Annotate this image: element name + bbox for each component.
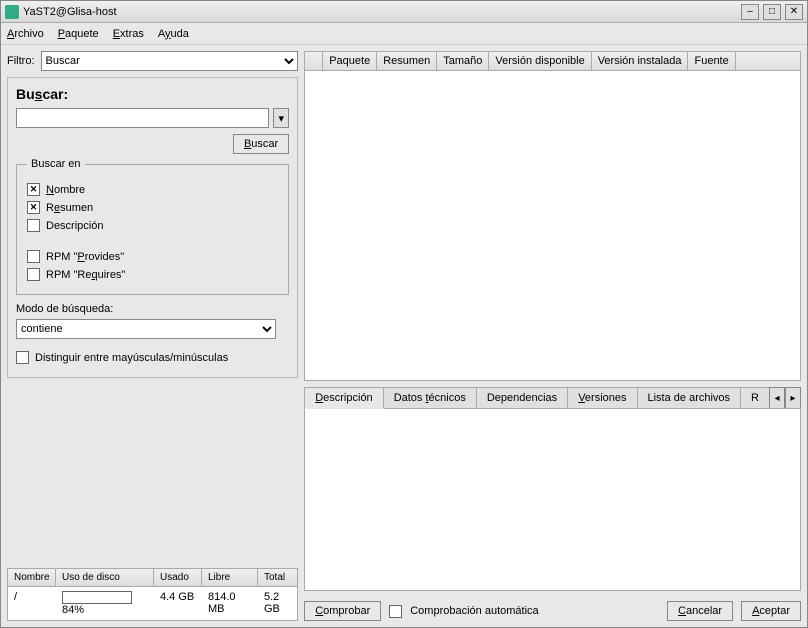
cb-requires-label: RPM "Requires" [46,269,125,281]
cb-requires[interactable] [27,268,40,281]
maximize-button[interactable]: □ [763,4,781,20]
mode-label: Modo de búsqueda: [16,303,289,315]
pkg-col-size[interactable]: Tamaño [437,52,489,70]
mode-select[interactable]: contiene [16,319,276,339]
tab-versions[interactable]: Versiones [567,387,637,409]
tab-scroll-left[interactable]: ◂ [769,387,785,409]
tab-r[interactable]: R [740,387,770,409]
cb-case-sensitive[interactable] [16,351,29,364]
search-in-group: Buscar en Nombre Resumen Descripción RPM… [16,158,289,295]
tab-files[interactable]: Lista de archivos [637,387,742,409]
titlebar: YaST2@Glisa-host – □ ✕ [1,1,807,23]
disk-usage: 84% [56,589,154,618]
detail-panel: Descripción Datos técnicos Dependencias … [304,387,801,591]
minimize-button[interactable]: – [741,4,759,20]
disk-col-used[interactable]: Usado [154,569,202,586]
package-list-body[interactable] [305,71,800,380]
close-button[interactable]: ✕ [785,4,803,20]
disk-col-name[interactable]: Nombre [8,569,56,586]
left-panel: Filtro: Buscar Buscar: ▾ Buscar Buscar e… [7,51,298,621]
bottom-bar: Comprobar Comprobación automática Cancel… [304,597,801,621]
disk-row[interactable]: / 84% 4.4 GB 814.0 MB 5.2 GB [8,587,297,620]
pkg-col-avail[interactable]: Versión disponible [489,52,591,70]
pkg-col-package[interactable]: Paquete [323,52,377,70]
tab-technical[interactable]: Datos técnicos [383,387,477,409]
filter-label: Filtro: [7,55,35,67]
cb-provides[interactable] [27,250,40,263]
pkg-col-summary[interactable]: Resumen [377,52,437,70]
menu-help[interactable]: Ayuda [158,28,189,40]
cb-case-sensitive-label: Distinguir entre mayúsculas/minúsculas [35,352,228,364]
cb-autocheck[interactable] [389,605,402,618]
menu-file[interactable]: Archivo [7,28,44,40]
right-panel: Paquete Resumen Tamaño Versión disponibl… [304,51,801,621]
autocheck-label: Comprobación automática [410,605,538,617]
pkg-col-spacer [736,52,800,70]
pkg-col-source[interactable]: Fuente [688,52,735,70]
menu-extras[interactable]: Extras [113,28,144,40]
disk-table: Nombre Uso de disco Usado Libre Total / … [7,568,298,621]
disk-total: 5.2 GB [258,589,297,618]
cb-description[interactable] [27,219,40,232]
search-button[interactable]: Buscar [233,134,289,154]
app-icon [5,5,19,19]
tab-scroll-right[interactable]: ▸ [785,387,801,409]
cb-summary[interactable] [27,201,40,214]
filter-select[interactable]: Buscar [41,51,299,71]
yast2-window: YaST2@Glisa-host – □ ✕ Archivo Paquete E… [0,0,808,628]
disk-free: 814.0 MB [202,589,258,618]
pkg-col-installed[interactable]: Versión instalada [592,52,689,70]
menu-package[interactable]: Paquete [58,28,99,40]
cb-description-label: Descripción [46,220,103,232]
detail-body[interactable] [304,408,801,591]
check-button[interactable]: Comprobar [304,601,381,621]
cb-name-label: Nombre [46,184,85,196]
cb-name[interactable] [27,183,40,196]
disk-col-total[interactable]: Total [258,569,297,586]
cancel-button[interactable]: Cancelar [667,601,733,621]
disk-col-free[interactable]: Libre [202,569,258,586]
tab-deps[interactable]: Dependencias [476,387,568,409]
disk-progress [62,591,132,604]
accept-button[interactable]: Aceptar [741,601,801,621]
search-section: Buscar: ▾ Buscar Buscar en Nombre Resume… [7,77,298,378]
cb-summary-label: Resumen [46,202,93,214]
search-in-legend: Buscar en [27,158,85,170]
disk-used: 4.4 GB [154,589,202,618]
search-input[interactable] [16,108,269,128]
package-table: Paquete Resumen Tamaño Versión disponibl… [304,51,801,381]
window-title: YaST2@Glisa-host [23,6,741,18]
cb-provides-label: RPM "Provides" [46,251,124,263]
menubar: Archivo Paquete Extras Ayuda [1,23,807,45]
search-label: Buscar: [16,86,289,102]
disk-col-usage[interactable]: Uso de disco [56,569,154,586]
tab-description[interactable]: Descripción [304,387,383,409]
disk-name: / [8,589,56,618]
search-dropdown-button[interactable]: ▾ [273,108,289,128]
pkg-col-status[interactable] [305,52,323,70]
